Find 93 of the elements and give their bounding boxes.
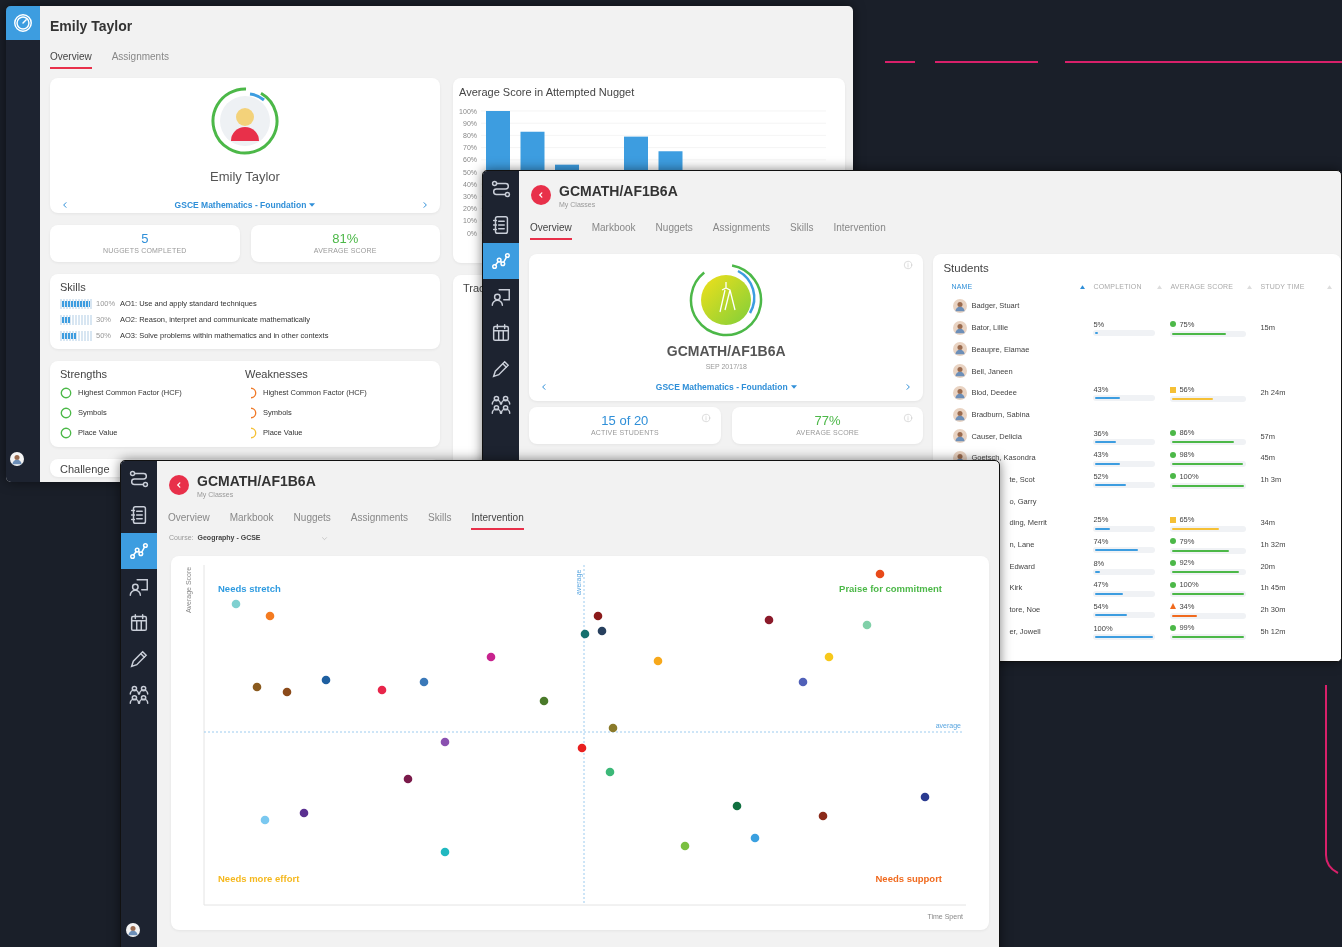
calendar-icon [490,322,512,344]
caret-icon [790,384,797,389]
student-avatar-icon [953,342,968,357]
data-point [920,792,930,801]
previous-icon [540,381,548,392]
data-point [252,682,262,691]
data-point [593,611,603,620]
data-point [577,743,587,752]
data-point [419,677,429,686]
presenter-icon [490,286,512,308]
data-point [875,569,885,578]
info-icon [903,413,914,423]
data-point [824,652,834,661]
line-chart-icon [490,250,512,272]
pencil-icon [128,648,150,670]
data-point [403,774,413,783]
stat-value: 5 [141,230,149,246]
gauge-icon [12,12,34,34]
presenter-icon [128,576,150,598]
data-point [486,652,496,661]
data-point [440,847,450,856]
line-chart-icon [128,540,150,562]
back-button[interactable] [531,184,551,205]
info-icon [903,260,914,270]
card-title: Challenge [60,462,111,477]
people-icon [490,394,512,416]
profile-avatar-icon [210,86,280,156]
accent-line [884,61,916,63]
calendar-icon [128,612,150,634]
student-avatar-icon [953,299,968,314]
data-point [321,675,331,684]
data-point [764,615,774,624]
data-point [299,808,309,817]
class-name: GCMATH/AF1B6A [666,342,786,361]
data-point [608,723,618,732]
card-title: Strengths [60,367,109,382]
quadrant-label: Needs more effort [218,872,300,884]
course-link[interactable]: GSCE Mathematics - Foundation [655,380,797,394]
info-icon [700,413,711,423]
page-title: GCMATH/AF1B6A [559,182,678,201]
course-link[interactable]: GSCE Mathematics - Foundation [174,198,316,212]
data-point [605,767,615,776]
page-title: Emily Taylor [50,17,134,36]
next-icon [421,199,429,210]
data-point [231,599,241,608]
student-avatar-icon [953,364,968,379]
quadrant-label: Needs stretch [218,582,281,594]
route-icon [490,178,512,200]
people-icon [128,684,150,706]
caret-icon [309,202,316,207]
compass-logo-icon [688,262,765,338]
data-point [440,737,450,746]
data-point [798,677,808,686]
student-avatar-icon [953,407,968,422]
stat-value: 15 of 20 [601,412,649,428]
tab[interactable]: Intervention [471,507,524,530]
user-avatar-icon [126,923,140,937]
data-point [680,841,690,850]
tab[interactable]: Overview [50,46,92,69]
pencil-icon [490,358,512,380]
data-point [260,815,270,824]
card-title: Skills [60,280,87,295]
stat-value: 81% [332,230,359,246]
stat-value: 77% [814,412,841,428]
chevron-down-icon [320,534,328,542]
next-icon [904,381,913,392]
data-point [539,696,549,705]
dashboard-button[interactable] [6,6,40,40]
data-point [265,611,275,620]
page-title: GCMATH/AF1B6A [197,472,316,491]
student-avatar-icon [953,320,968,335]
student-avatar-icon [953,429,968,444]
quadrant-label: Needs support [875,872,942,884]
student-avatar-icon [953,385,968,400]
back-button[interactable] [169,474,189,495]
data-point [818,811,828,820]
chart-title: Average Score in Attempted Nugget [459,85,636,100]
data-point [597,626,607,635]
data-point [732,801,742,810]
user-avatar-icon [10,452,24,466]
data-point [750,833,760,842]
card-title: Weaknesses [245,367,309,382]
data-point [377,685,387,694]
student-name: Emily Taylor [210,168,280,186]
card-title: Students [943,261,990,276]
quadrant-label: Praise for commitment [839,582,942,594]
data-point [282,687,292,696]
route-icon [128,468,150,490]
tab[interactable]: Overview [530,217,572,240]
data-point [653,656,663,665]
previous-icon [61,199,69,210]
data-point [862,620,872,629]
data-point [580,629,590,638]
